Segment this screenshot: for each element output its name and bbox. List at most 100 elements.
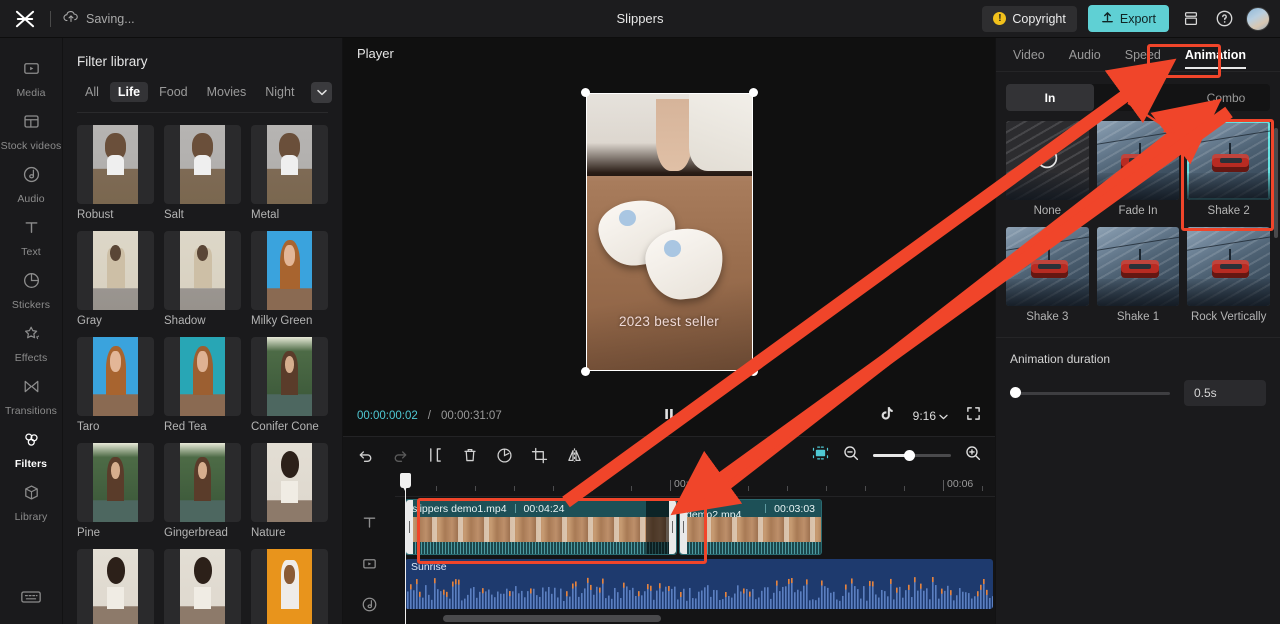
archive-box-icon[interactable] <box>1180 8 1202 30</box>
sidebar-item-library[interactable]: Library <box>0 476 62 529</box>
resize-handle-bottom-left[interactable] <box>580 367 590 376</box>
filter-item-salt[interactable]: Salt <box>164 125 241 221</box>
filter-tab-movies[interactable]: Movies <box>199 82 255 102</box>
redo-arrow-icon[interactable] <box>392 448 409 463</box>
tab-animation[interactable]: Animation <box>1176 42 1255 69</box>
audio-note-icon <box>22 165 41 189</box>
copyright-button[interactable]: ! Copyright <box>982 5 1077 32</box>
resize-handle-bottom-right[interactable] <box>748 367 758 376</box>
capcut-editor-window: Saving... Slippers ! Copyright Export Me… <box>0 0 1280 624</box>
user-avatar[interactable] <box>1246 6 1270 31</box>
animation-item-fade-in[interactable]: Fade In <box>1096 121 1180 217</box>
filter-tab-food[interactable]: Food <box>151 82 196 102</box>
fit-timeline-icon[interactable] <box>812 446 829 465</box>
fullscreen-icon[interactable] <box>966 406 981 426</box>
animation-thumbnail <box>1006 227 1089 306</box>
segment-out[interactable]: Out <box>1094 84 1182 111</box>
filter-item-gray[interactable]: Gray <box>77 231 154 327</box>
animation-duration-value[interactable]: 0.5s <box>1184 380 1266 406</box>
filter-item-shadow[interactable]: Shadow <box>164 231 241 327</box>
filter-item-conifer-cone[interactable]: Conifer Cone <box>251 337 328 433</box>
timeline-zoom-slider[interactable] <box>873 449 951 461</box>
pause-icon[interactable] <box>662 407 676 426</box>
segment-combo[interactable]: Combo <box>1182 84 1270 111</box>
video-preview[interactable]: 2023 best seller <box>580 88 758 376</box>
sidebar-item-stickers[interactable]: Stickers <box>0 264 62 317</box>
animation-item-rock-vertically[interactable]: Rock Vertically <box>1187 227 1270 323</box>
filter-item-pine[interactable]: Pine <box>77 443 154 539</box>
text-track-icon[interactable] <box>361 511 378 533</box>
clip-trim-handle-left[interactable] <box>680 500 687 554</box>
animation-label: Shake 2 <box>1207 205 1250 217</box>
tab-audio[interactable]: Audio <box>1060 42 1110 68</box>
split-clip-icon[interactable] <box>427 447 444 463</box>
timeline-clip-video-1[interactable]: slippers demo1.mp4 00:04:24 <box>405 499 677 555</box>
zoom-in-icon[interactable] <box>965 445 981 466</box>
animation-item-shake-1[interactable]: Shake 1 <box>1096 227 1180 323</box>
filter-item-metal[interactable]: Metal <box>251 125 328 221</box>
capcut-logo-icon[interactable] <box>10 10 40 28</box>
video-track-icon[interactable] <box>361 552 378 574</box>
sidebar-item-media[interactable]: Media <box>0 52 62 105</box>
trash-icon[interactable] <box>462 447 478 463</box>
inspector-scrollbar[interactable] <box>1274 128 1278 238</box>
clip-trim-handle-right[interactable] <box>669 500 676 554</box>
filter-item-red-tea[interactable]: Red Tea <box>164 337 241 433</box>
filter-item-milky-green[interactable]: Milky Green <box>251 231 328 327</box>
inspector-panel: Video Audio Speed Animation In Out Combo… <box>995 38 1280 624</box>
mirror-flip-icon[interactable] <box>566 447 583 463</box>
animation-item-shake-2[interactable]: Shake 2 <box>1187 121 1270 217</box>
timeline-clip-audio-sunrise[interactable]: Sunrise <box>405 559 993 609</box>
filter-item-nature[interactable]: Nature <box>251 443 328 539</box>
sidebar-item-audio[interactable]: Audio <box>0 158 62 211</box>
library-cube-icon <box>22 483 41 507</box>
timeline-ruler[interactable]: 00:03 00:06 00:09 00:12 <box>395 473 995 497</box>
aspect-ratio-selector[interactable]: 9:16 <box>913 409 948 423</box>
filter-item-taro[interactable]: Taro <box>77 337 154 433</box>
animation-item-none[interactable]: None <box>1006 121 1089 217</box>
question-circle-icon[interactable] <box>1213 8 1235 30</box>
timeline-tracks-area[interactable]: 00:03 00:06 00:09 00:12 slippers d <box>395 473 995 624</box>
upload-icon <box>1101 11 1114 27</box>
filter-thumbnail <box>164 231 241 310</box>
filter-item-row5-a[interactable] <box>77 549 154 624</box>
tiktok-icon[interactable] <box>881 406 895 426</box>
segment-in[interactable]: In <box>1006 84 1094 111</box>
export-button[interactable]: Export <box>1087 5 1169 32</box>
resize-handle-top-right[interactable] <box>748 88 758 97</box>
timeline-horizontal-scrollbar[interactable] <box>395 615 995 622</box>
timeline-playhead[interactable] <box>400 473 411 624</box>
chevron-down-icon[interactable] <box>311 81 332 103</box>
zoom-out-icon[interactable] <box>843 445 859 466</box>
resize-handle-top-left[interactable] <box>580 88 590 97</box>
sidebar-item-stock-videos[interactable]: Stock videos <box>0 105 62 158</box>
crop-icon[interactable] <box>531 447 548 464</box>
transitions-bowtie-icon <box>22 377 41 401</box>
filter-item-gingerbread[interactable]: Gingerbread <box>164 443 241 539</box>
filter-tab-night[interactable]: Night <box>257 82 302 102</box>
freeze-frame-icon[interactable] <box>496 447 513 464</box>
tab-video[interactable]: Video <box>1004 42 1054 68</box>
animation-duration-slider[interactable] <box>1010 387 1170 398</box>
undo-arrow-icon[interactable] <box>357 448 374 463</box>
tab-speed[interactable]: Speed <box>1116 42 1170 68</box>
duration-slider-handle[interactable] <box>1010 387 1021 398</box>
sidebar-item-text[interactable]: Text <box>0 211 62 264</box>
filter-item-row5-c[interactable] <box>251 549 328 624</box>
zoom-slider-handle[interactable] <box>904 449 916 461</box>
clip-trim-handle-left[interactable] <box>406 500 413 554</box>
sidebar-item-filters[interactable]: Filters <box>0 423 62 476</box>
timeline-clip-video-2[interactable]: slippers demo2.mp4 00:03:03 <box>679 499 822 555</box>
keyboard-icon[interactable] <box>20 589 42 610</box>
filter-tab-life[interactable]: Life <box>109 82 149 102</box>
header-actions: ! Copyright Export <box>982 5 1270 32</box>
audio-track-icon[interactable] <box>361 593 378 615</box>
filter-item-robust[interactable]: Robust <box>77 125 154 221</box>
sidebar-item-effects[interactable]: Effects <box>0 317 62 370</box>
sidebar-item-transitions[interactable]: Transitions <box>0 370 62 423</box>
filter-item-row5-b[interactable] <box>164 549 241 624</box>
animation-thumbnail <box>1006 121 1089 200</box>
filter-tab-all[interactable]: All <box>77 82 107 102</box>
clip-filmstrip <box>680 517 821 542</box>
animation-item-shake-3[interactable]: Shake 3 <box>1006 227 1089 323</box>
